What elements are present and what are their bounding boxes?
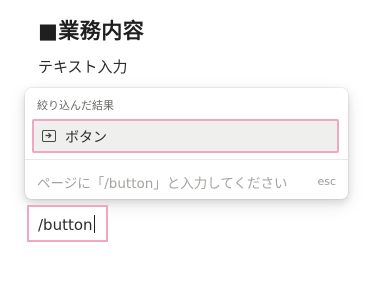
- text-block[interactable]: テキスト入力: [38, 56, 128, 77]
- menu-item-label: ボタン: [65, 130, 107, 146]
- page-heading: ■業務内容: [38, 19, 145, 43]
- command-text: /button: [38, 215, 95, 234]
- filtered-results-label: 絞り込んだ結果: [37, 99, 114, 112]
- menu-item-button[interactable]: ボタン: [32, 119, 339, 153]
- slash-command-menu: 絞り込んだ結果 ボタン ページに「/button」と入力してください esc: [25, 88, 348, 199]
- menu-hint: ページに「/button」と入力してください: [37, 176, 288, 192]
- slash-command-input[interactable]: /button: [27, 205, 108, 242]
- menu-divider: [25, 159, 348, 160]
- button-block-icon: [42, 130, 56, 142]
- command-value: /button: [38, 216, 93, 234]
- editor-page: ■業務内容 テキスト入力 絞り込んだ結果 ボタン ページに「/button」と入…: [0, 0, 368, 284]
- text-caret: [93, 215, 95, 233]
- esc-key-hint[interactable]: esc: [317, 175, 336, 188]
